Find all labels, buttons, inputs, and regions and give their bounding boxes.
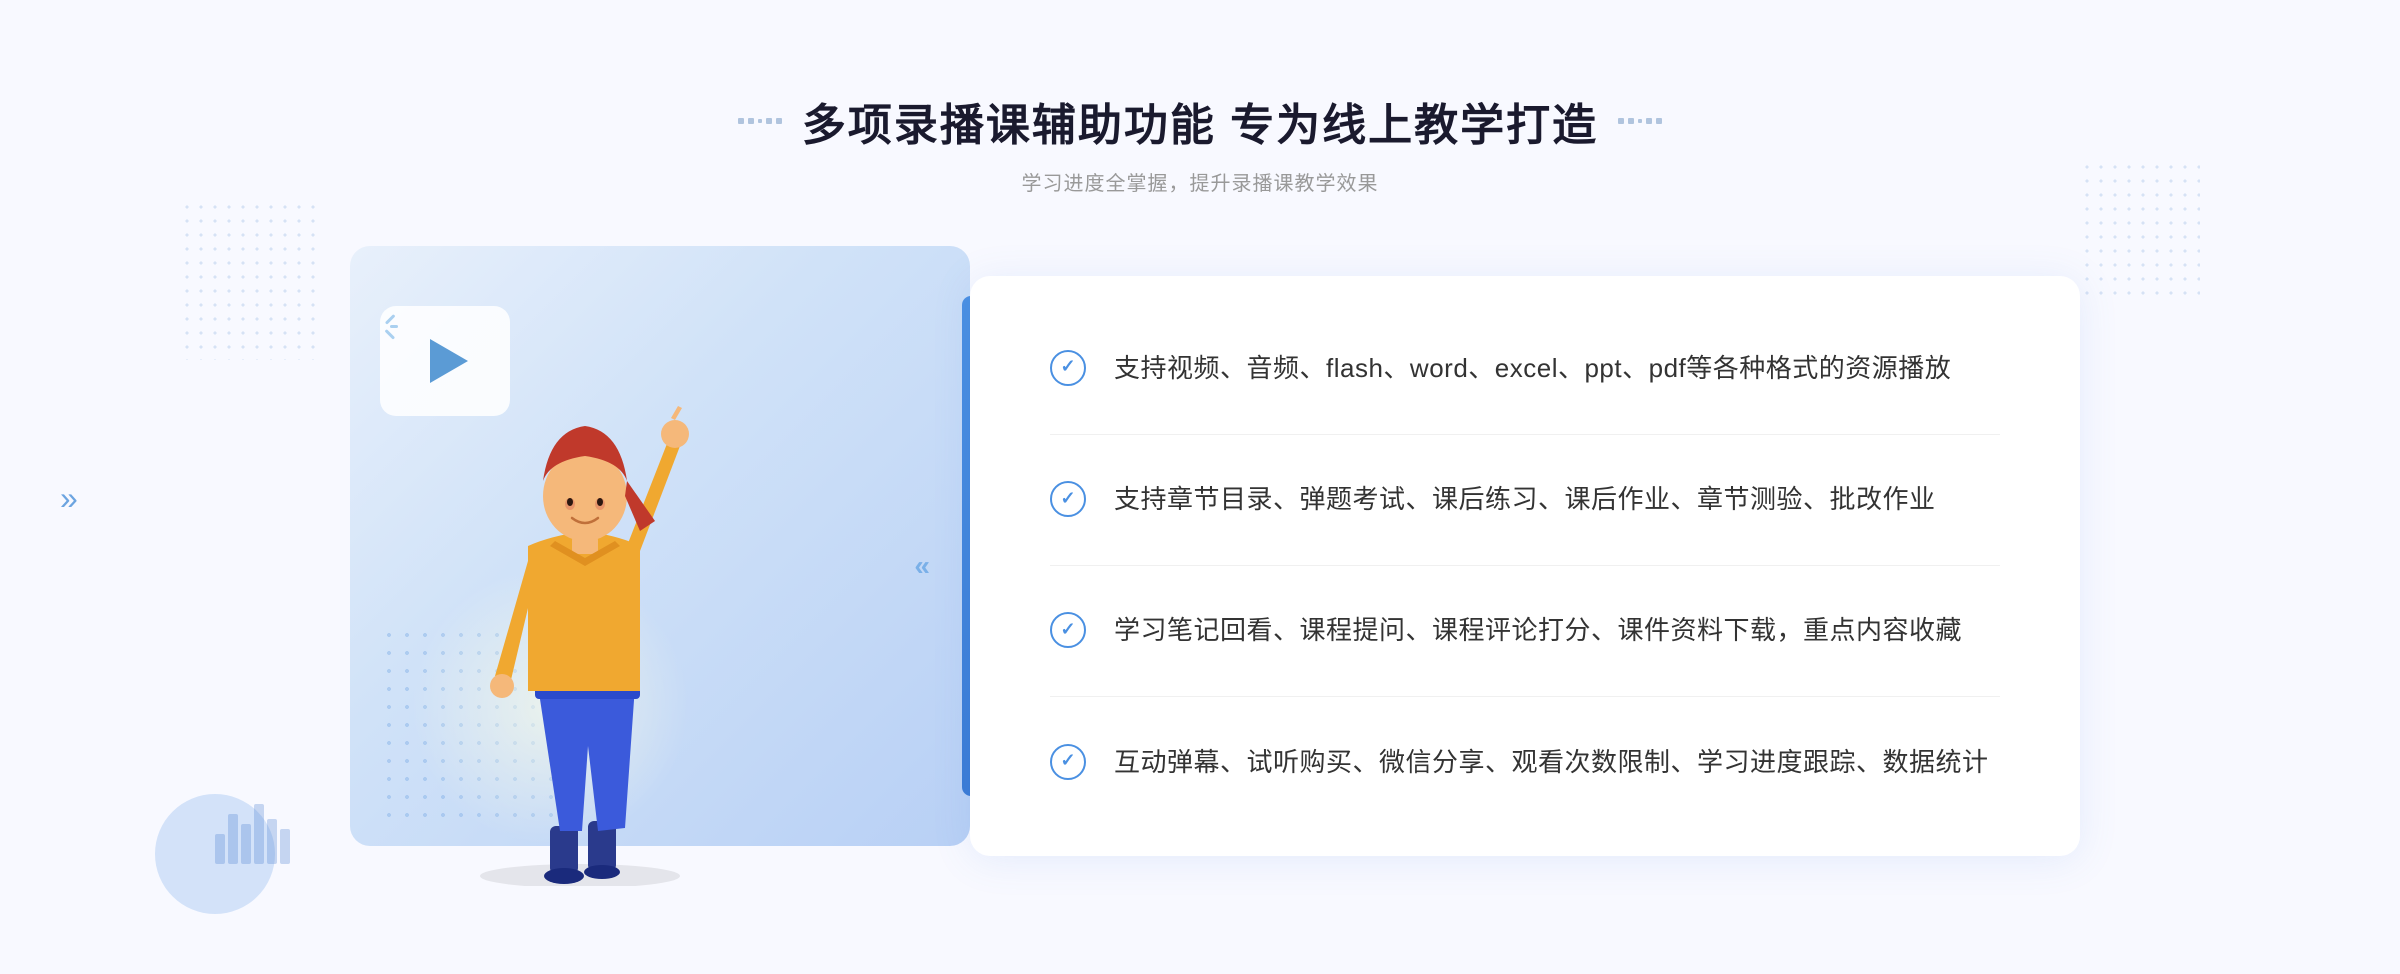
illus-arrows-decoration: « bbox=[914, 550, 930, 582]
title-deco-right bbox=[1618, 118, 1662, 124]
check-icon-4: ✓ bbox=[1050, 744, 1086, 780]
feature-item-1: ✓ 支持视频、音频、flash、word、excel、ppt、pdf等各种格式的… bbox=[1050, 348, 2000, 390]
check-icon-2: ✓ bbox=[1050, 481, 1086, 517]
title-deco-left bbox=[738, 118, 782, 124]
page-wrapper: » 多项录播课辅助功能 专为线上教学打造 学习进度全掌握，提升录播课教学效果 bbox=[0, 0, 2400, 974]
feature-item-4: ✓ 互动弹幕、试听购买、微信分享、观看次数限制、学习进度跟踪、数据统计 bbox=[1050, 742, 2000, 784]
header-title-row: 多项录播课辅助功能 专为线上教学打造 bbox=[738, 89, 1662, 153]
person-illustration bbox=[420, 366, 740, 886]
dots-decoration-left bbox=[180, 200, 320, 360]
content-area: « ✓ 支持视频、音频、flash、word、excel、ppt、pdf等各种格… bbox=[320, 246, 2080, 886]
bars-decoration bbox=[215, 804, 290, 864]
feature-text-1: 支持视频、音频、flash、word、excel、ppt、pdf等各种格式的资源… bbox=[1114, 348, 1951, 390]
divider-1 bbox=[1050, 434, 2000, 435]
feature-item-2: ✓ 支持章节目录、弹题考试、课后练习、课后作业、章节测验、批改作业 bbox=[1050, 479, 2000, 521]
feature-text-4: 互动弹幕、试听购买、微信分享、观看次数限制、学习进度跟踪、数据统计 bbox=[1114, 742, 1989, 784]
subtitle: 学习进度全掌握，提升录播课教学效果 bbox=[738, 167, 1662, 196]
feature-item-3: ✓ 学习笔记回看、课程提问、课程评论打分、课件资料下载，重点内容收藏 bbox=[1050, 610, 2000, 652]
check-icon-3: ✓ bbox=[1050, 612, 1086, 648]
header-section: 多项录播课辅助功能 专为线上教学打造 学习进度全掌握，提升录播课教学效果 bbox=[738, 89, 1662, 196]
main-title: 多项录播课辅助功能 专为线上教学打造 bbox=[802, 89, 1598, 153]
feature-text-2: 支持章节目录、弹题考试、课后练习、课后作业、章节测验、批改作业 bbox=[1114, 479, 1936, 521]
arrow-left-decoration: » bbox=[60, 480, 78, 517]
feature-text-3: 学习笔记回看、课程提问、课程评论打分、课件资料下载，重点内容收藏 bbox=[1114, 610, 1962, 652]
check-icon-1: ✓ bbox=[1050, 350, 1086, 386]
divider-3 bbox=[1050, 696, 2000, 697]
features-panel: ✓ 支持视频、音频、flash、word、excel、ppt、pdf等各种格式的… bbox=[970, 276, 2080, 856]
dots-decoration-right bbox=[2080, 160, 2200, 300]
divider-2 bbox=[1050, 565, 2000, 566]
illustration-panel: « bbox=[320, 246, 1000, 886]
